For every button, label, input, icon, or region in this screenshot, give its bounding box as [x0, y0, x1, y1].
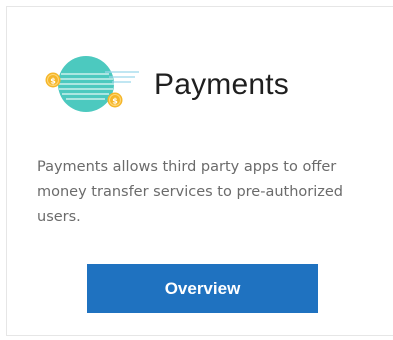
overview-button[interactable]: Overview — [87, 264, 318, 313]
svg-text:$: $ — [50, 77, 56, 86]
card-description: Payments allows third party apps to offe… — [37, 159, 343, 225]
payments-coins-icon: $ $ — [39, 50, 149, 120]
card-title: Payments — [154, 68, 289, 101]
svg-text:$: $ — [112, 97, 118, 106]
payments-card: $ $ Payments Payments allows third party… — [6, 6, 393, 336]
